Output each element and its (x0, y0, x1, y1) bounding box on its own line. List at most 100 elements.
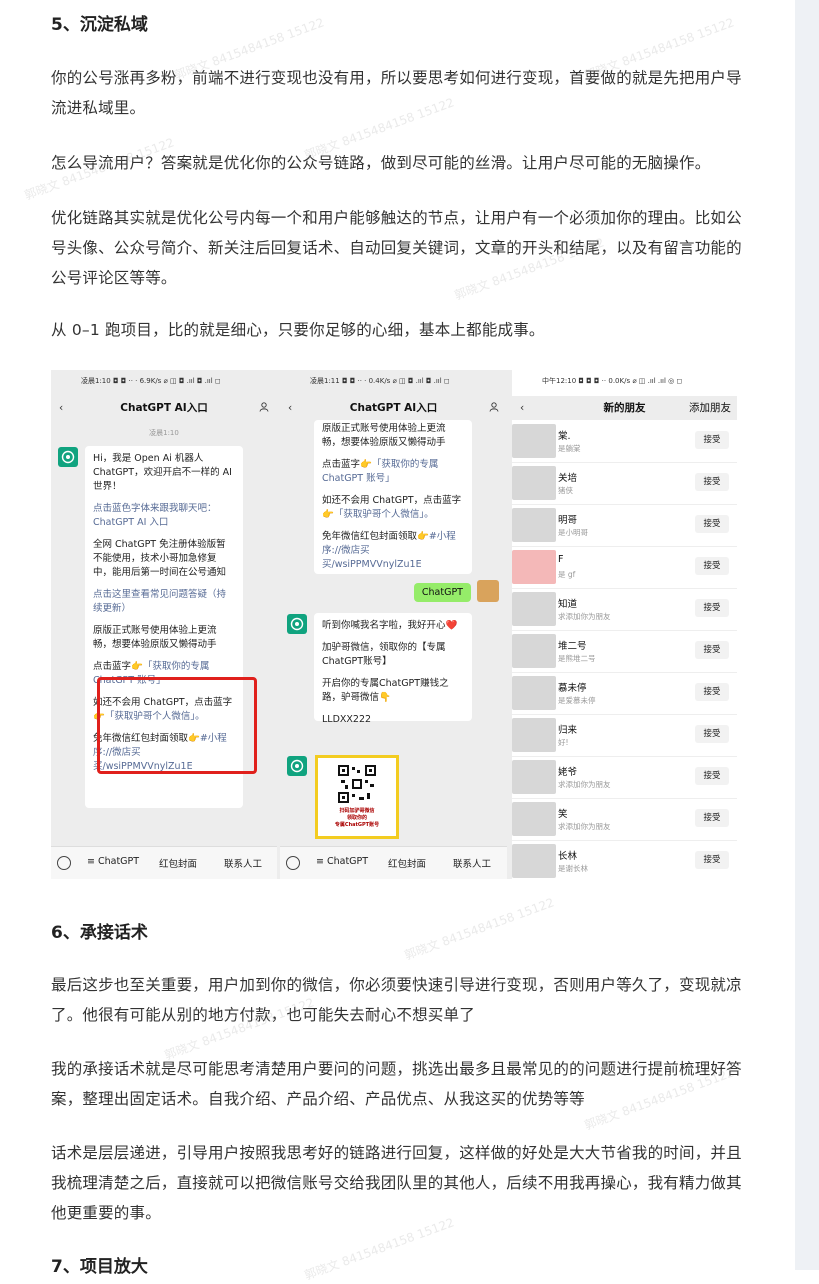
coupon-line: 免年微信红包封面领取👉#小程序://微店买买/wsiPPMVVnylZu1E (322, 530, 464, 572)
accept-button[interactable]: 接受 (695, 767, 729, 785)
reply-line-1: 听到你喊我名字啦，我好开心❤️ (322, 620, 458, 631)
accept-button[interactable]: 接受 (695, 599, 729, 617)
menu-chatgpt[interactable]: ≡ ChatGPT (316, 856, 368, 867)
faq-link[interactable]: 点击这里查看常见问题答疑（持续更新） (93, 588, 235, 616)
avatar (512, 844, 556, 878)
status-bar: 凌晨1:10 ◘ ◘ ·· · 6.9K/s ⌀ ◫ ◘ .ııl ◘ .ııl… (81, 377, 221, 385)
list-item[interactable]: 明哥 是小明哥 接受 (512, 504, 737, 547)
bot-original-note: 原版正式账号使用体验上更流畅，想要体验原版又懒得动手 (322, 423, 446, 448)
list-item[interactable]: 姥爷求添加你为朋友 接受 (512, 756, 737, 799)
nav-bar: ‹ ChatGPT AI入口 (280, 396, 507, 420)
list-item[interactable]: 堆二号 是熊堆二号 接受 (512, 630, 737, 673)
list-item[interactable]: 长林 是谢长林 接受 (512, 840, 737, 879)
add-friend-button[interactable]: 添加朋友 (689, 396, 731, 420)
accept-button[interactable]: 接受 (695, 683, 729, 701)
nav-bar: ‹ 新的朋友 添加朋友 (512, 396, 737, 420)
friend-name: F (558, 554, 564, 565)
chat-title: ChatGPT AI入口 (349, 402, 438, 414)
paragraph-4: 从 0–1 跑项目，比的就是细心，只要你足够的心细，基本上都能成事。 (51, 321, 545, 339)
accept-button[interactable]: 接受 (695, 809, 729, 827)
friend-message: 求添加你为朋友 (558, 612, 611, 621)
page-title: 新的朋友 (603, 402, 646, 414)
friend-message: 求添加你为朋友 (558, 822, 611, 831)
qr-caption: 扫码加驴哥微信 领取你的 专属ChatGPT账号 (318, 808, 396, 829)
highlight-red-box (97, 677, 257, 774)
menu-contact[interactable]: 联系人工 (224, 856, 262, 870)
section-heading-6: 6、承接话术 (51, 923, 148, 943)
list-item[interactable]: 关培 猪侠 接受 (512, 462, 737, 505)
get-wechat-link[interactable]: 👉「获取驴哥个人微信」。 (322, 509, 434, 520)
phone-panel-chatgpt-2: 凌晨1:11 ◘ ◘ ·· · 0.4K/s ⌀ ◫ ◘ .ııl ◘ .ııl… (280, 370, 507, 879)
accept-button[interactable]: 接受 (695, 473, 729, 491)
friend-message: 求添加你为朋友 (558, 780, 611, 789)
friend-message: 是 gf (558, 570, 576, 579)
user-avatar (477, 580, 499, 602)
user-message-bubble: ChatGPT (413, 583, 471, 602)
friend-message: 是躺棠 (558, 444, 581, 453)
chat-title: ChatGPT AI入口 (120, 402, 208, 414)
keyboard-icon[interactable] (57, 856, 71, 870)
get-account-line: 点击蓝字👉「获取你的专属 ChatGPT 账号」 (322, 458, 464, 486)
friend-message: 是谢长林 (558, 864, 588, 873)
menu-red-packet[interactable]: 红包封面 (388, 856, 426, 870)
accept-button[interactable]: 接受 (695, 431, 729, 449)
get-wechat-line: 如还不会用 ChatGPT，点击蓝字 👉「获取驴哥个人微信」。 (322, 494, 464, 522)
chat-bottom-menu: ≡ ChatGPT 红包封面 联系人工 (280, 846, 507, 879)
chatgpt-entry-link[interactable]: 点击蓝色字体来跟我聊天吧：ChatGPT AI 入口 (93, 502, 235, 530)
list-item[interactable]: 棠. 是躺棠 接受 (512, 420, 737, 463)
friend-name: 知道 (558, 599, 578, 610)
menu-chatgpt[interactable]: ≡ ChatGPT (87, 856, 139, 867)
back-arrow-icon[interactable]: ‹ (520, 396, 524, 420)
phone-panel-chatgpt-1: 凌晨1:10 ◘ ◘ ·· · 6.9K/s ⌀ ◫ ◘ .ııl ◘ .ııl… (51, 370, 277, 879)
friend-name: 关培 (558, 473, 578, 484)
accept-button[interactable]: 接受 (695, 851, 729, 869)
accept-button[interactable]: 接受 (695, 515, 729, 533)
menu-contact[interactable]: 联系人工 (453, 856, 491, 870)
paragraph-5: 最后这步也至关重要，用户加到你的微信，你必须要快速引导进行变现，否则用户等久了，… (51, 976, 742, 1024)
list-item[interactable]: 归来好! 接受 (512, 714, 737, 757)
avatar (512, 466, 556, 500)
back-arrow-icon[interactable]: ‹ (288, 396, 292, 420)
list-item[interactable]: 慕未停 是爱慕未停 接受 (512, 672, 737, 715)
bot-notice: 全网 ChatGPT 免注册体验版暂不能使用，技术小哥加急修复中，能用后第一时间… (93, 539, 227, 578)
avatar (512, 508, 556, 542)
keyboard-icon[interactable] (286, 856, 300, 870)
user-icon[interactable] (489, 402, 499, 412)
page-side-strip (795, 0, 819, 1270)
menu-red-packet[interactable]: 红包封面 (159, 856, 197, 870)
avatar (512, 802, 556, 836)
bot-message-bubble: 原版正式账号使用体验上更流畅，想要体验原版又懒得动手 点击蓝字👉「获取你的专属 … (314, 420, 472, 574)
article-body: 5、沉淀私域 你的公号涨再多粉，前端不进行变现也没有用，所以要思考如何进行变现，… (0, 0, 795, 1283)
friend-name: 姥爷 (558, 767, 578, 778)
accept-button[interactable]: 接受 (695, 725, 729, 743)
avatar (512, 718, 556, 752)
click-blue-text: 点击蓝字👉 (322, 459, 372, 470)
accept-button[interactable]: 接受 (695, 557, 729, 575)
chat-timestamp: 凌晨1:10 (149, 429, 179, 437)
not-use-text: 如还不会用 ChatGPT，点击蓝字 (322, 495, 462, 506)
list-item[interactable]: 笑求添加你为朋友 接受 (512, 798, 737, 841)
chatgpt-logo-icon (287, 756, 307, 776)
chatgpt-logo-icon (58, 447, 78, 467)
bot-greeting: Hi，我是 Open Ai 机器人 ChatGPT，欢迎开启不一样的 AI 世界… (93, 453, 232, 492)
avatar (512, 592, 556, 626)
qr-code-image: 扫码加驴哥微信 领取你的 专属ChatGPT账号 (315, 755, 399, 839)
back-arrow-icon[interactable]: ‹ (59, 396, 63, 420)
qr-code-icon (337, 764, 377, 804)
user-icon[interactable] (259, 402, 269, 412)
friend-name: 归来 (558, 725, 578, 736)
paragraph-7: 话术是层层递进，引导用户按照我思考好的链路进行回复，这样做的好处是大大节省我的时… (51, 1144, 742, 1222)
friend-name: 棠. (558, 431, 571, 442)
list-item[interactable]: F 是 gf 接受 (512, 546, 737, 589)
nav-bar: ‹ ChatGPT AI入口 (51, 396, 277, 420)
chat-bottom-menu: ≡ ChatGPT 红包封面 联系人工 (51, 846, 277, 879)
avatar (512, 634, 556, 668)
accept-button[interactable]: 接受 (695, 641, 729, 659)
paragraph-1: 你的公号涨再多粉，前端不进行变现也没有用，所以要思考如何进行变现，首要做的就是先… (51, 69, 742, 117)
friend-message: 好! (558, 738, 569, 747)
bot-reply-bubble: 听到你喊我名字啦，我好开心❤️ 加驴哥微信，领取你的【专属ChatGPT账号】 … (314, 613, 472, 725)
section-heading-5: 5、沉淀私域 (51, 15, 148, 35)
paragraph-3: 优化链路其实就是优化公号内每一个和用户能够触达的节点，让用户有一个必须加你的理由… (51, 209, 742, 287)
avatar (512, 424, 556, 458)
list-item[interactable]: 知道求添加你为朋友 接受 (512, 588, 737, 631)
